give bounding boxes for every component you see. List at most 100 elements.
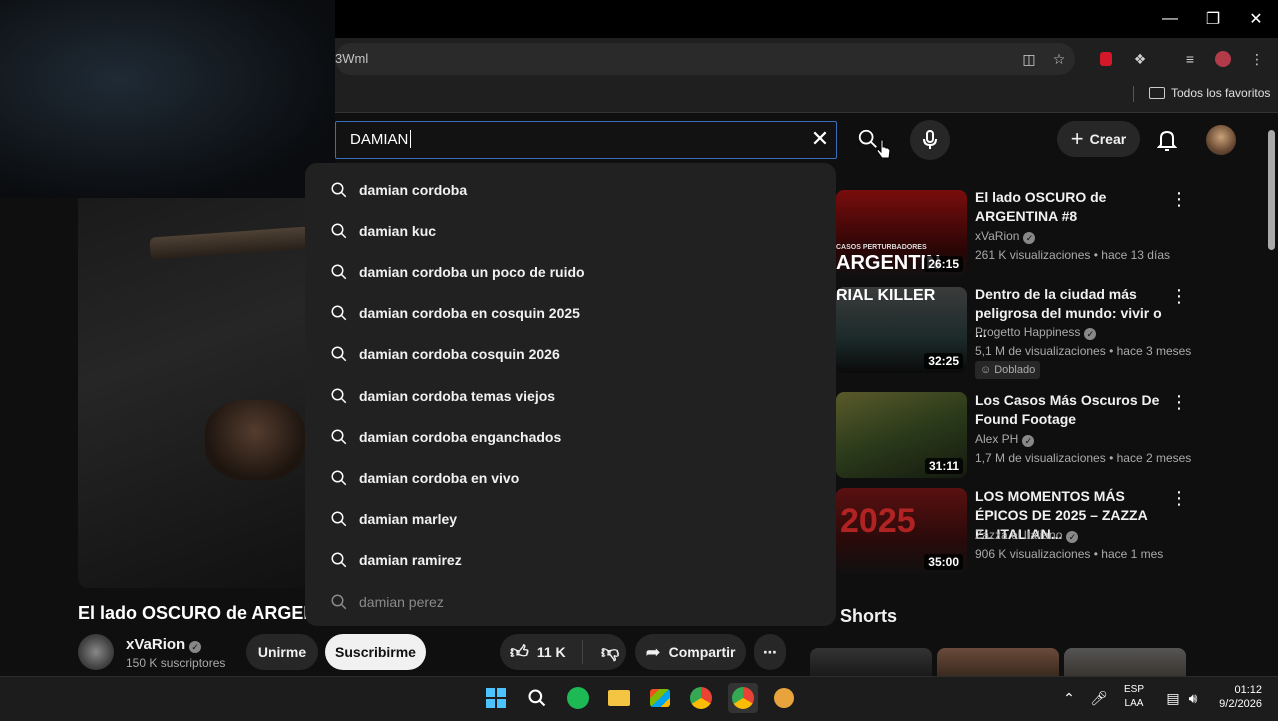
person-voice-icon: ☺ (980, 364, 992, 376)
channel-avatar[interactable] (78, 634, 114, 670)
related-thumbnail-1[interactable]: CASOS PERTURBADORES ARGENTIN 26:15 (836, 190, 967, 276)
lang-top: ESP (1123, 684, 1144, 695)
search-icon (328, 385, 350, 407)
subscribe-button[interactable]: Suscribirme (325, 634, 426, 670)
suggestion-text: damian perez (359, 593, 444, 610)
share-label: Compartir (668, 644, 736, 660)
folder-icon (1149, 87, 1165, 99)
search-icon (328, 426, 350, 448)
related-channel-name: Progetto Happiness (975, 325, 1081, 339)
suggestion-text: damian cordoba enganchados (359, 428, 562, 445)
search-icon (328, 220, 350, 242)
search-suggestion[interactable]: damian cordoba (305, 169, 836, 210)
webcam-overlay (0, 0, 335, 198)
create-button[interactable]: + Crear (1057, 121, 1140, 157)
related-title-1[interactable]: El lado OSCURO de ARGENTINA #8 (975, 188, 1165, 226)
related-meta-2: 5,1 M de visualizaciones • hace 3 meses (975, 344, 1192, 358)
search-icon (328, 302, 350, 324)
microsoft-store-icon[interactable] (645, 683, 675, 713)
bookmark-star-icon[interactable]: ☆ (1049, 49, 1069, 69)
all-bookmarks-button[interactable]: Todos los favoritos (1149, 86, 1270, 100)
related-channel-4[interactable]: Zazza el Italiano ✓ (975, 528, 1079, 543)
more-vert-icon[interactable]: ⋮ (1170, 286, 1188, 306)
dislike-button[interactable]: 👎︎ (583, 641, 619, 663)
related-meta-1: 261 K visualizaciones • hace 13 días (975, 248, 1170, 262)
shorts-heading: Shorts (840, 606, 898, 626)
search-suggestion[interactable]: damian ramirez (305, 540, 836, 581)
taskbar-search-icon[interactable] (522, 683, 552, 713)
search-icon (328, 508, 350, 530)
address-bar-text: 3Wml (335, 51, 369, 66)
more-vert-icon[interactable]: ⋮ (1170, 392, 1188, 412)
like-button[interactable]: 👍︎ 11 K (500, 640, 583, 664)
more-actions-button[interactable]: ⋯ (754, 634, 786, 670)
search-suggestion[interactable]: damian cordoba temas viejos (305, 375, 836, 416)
more-vert-icon[interactable]: ⋮ (1170, 189, 1188, 209)
related-meta-4: 906 K visualizaciones • hace 1 mes (975, 547, 1164, 561)
thumb-text-small: CASOS PERTURBADORES (836, 244, 927, 251)
verified-icon: ✓ (189, 641, 202, 653)
profile-icon[interactable] (1213, 49, 1233, 69)
create-label: Crear (1089, 131, 1127, 147)
tray-chevron-up-icon[interactable]: ⌃ (1054, 683, 1084, 713)
user-avatar[interactable] (1206, 125, 1236, 155)
verified-icon: ✓ (1023, 232, 1036, 244)
install-app-icon[interactable]: ◫ (1019, 49, 1039, 69)
bell-icon (1157, 130, 1177, 151)
extensions-puzzle-icon[interactable]: ❖ (1130, 49, 1150, 69)
chrome-active-icon[interactable] (728, 683, 758, 713)
search-suggestion[interactable]: damian marley (305, 499, 836, 540)
volume-icon[interactable]: 🔊︎ (1178, 683, 1208, 713)
close-window-icon[interactable]: ✕ (1244, 8, 1268, 30)
bookmarks-divider (1133, 86, 1134, 102)
search-suggestion[interactable]: damian cordoba un poco de ruido (305, 251, 836, 292)
spotify-icon[interactable] (563, 683, 593, 713)
browser-menu-icon[interactable]: ⋮ (1247, 49, 1267, 69)
tray-microphone-icon[interactable]: 🎤︎ (1084, 683, 1114, 713)
join-button[interactable]: Unirme (246, 634, 318, 670)
chrome-icon[interactable] (686, 683, 716, 713)
share-icon: ➦ (645, 641, 661, 662)
related-meta-3: 1,7 M de visualizaciones • hace 2 meses (975, 451, 1192, 465)
related-channel-1[interactable]: xVaRion ✓ (975, 229, 1036, 244)
restore-icon[interactable]: ❐ (1201, 8, 1225, 30)
short-thumbnail[interactable] (810, 648, 932, 676)
share-button[interactable]: ➦ Compartir (635, 634, 746, 670)
related-thumbnail-2[interactable]: RIAL KILLER 32:25 (836, 287, 967, 373)
search-suggestion[interactable]: damian cordoba en cosquin 2025 (305, 293, 836, 334)
short-thumbnail[interactable] (1064, 648, 1186, 676)
notifications-button[interactable] (1152, 125, 1182, 155)
channel-name[interactable]: xVaRion ✓ (126, 636, 202, 653)
related-title-3[interactable]: Los Casos Más Oscuros De Found Footage (975, 391, 1165, 429)
file-explorer-icon[interactable] (604, 683, 634, 713)
like-count: 11 K (536, 644, 566, 660)
minimize-icon[interactable]: — (1158, 8, 1182, 30)
all-bookmarks-label: Todos los favoritos (1171, 86, 1271, 100)
search-suggestion[interactable]: damian cordoba cosquin 2026 (305, 334, 836, 375)
more-vert-icon[interactable]: ⋮ (1170, 488, 1188, 508)
address-bar[interactable] (335, 43, 1075, 75)
scrollbar-thumb[interactable] (1268, 130, 1275, 250)
search-suggestion[interactable]: damian perez (305, 581, 836, 622)
extension-red-icon[interactable] (1096, 49, 1116, 69)
related-thumbnail-4[interactable]: 2025 35:00 (836, 488, 967, 574)
search-icon (328, 549, 350, 571)
like-dislike-group: 👍︎ 11 K 👎︎ (500, 634, 626, 670)
video-duration: 35:00 (924, 554, 963, 570)
related-channel-3[interactable]: Alex PH ✓ (975, 432, 1035, 447)
related-thumbnail-3[interactable]: 31:11 (836, 392, 967, 478)
search-suggestion[interactable]: damian cordoba en vivo (305, 457, 836, 498)
recording-app-icon[interactable] (769, 683, 799, 713)
clear-search-icon[interactable]: ✕ (808, 126, 832, 151)
media-control-icon[interactable]: ≡ (1180, 49, 1200, 69)
thumbs-up-icon: 👍︎ (510, 642, 529, 662)
voice-search-button[interactable] (910, 120, 950, 160)
search-suggestion[interactable]: damian cordoba enganchados (305, 416, 836, 457)
search-suggestion[interactable]: damian kuc (305, 210, 836, 251)
clock[interactable]: 01:12 9/2/2026 (1212, 683, 1262, 711)
input-language[interactable]: ESP LAA (1120, 683, 1148, 711)
mouse-cursor-icon (876, 138, 892, 165)
related-channel-2[interactable]: Progetto Happiness ✓ (975, 325, 1097, 340)
short-thumbnail[interactable] (937, 648, 1059, 676)
windows-start-icon[interactable] (481, 683, 511, 713)
